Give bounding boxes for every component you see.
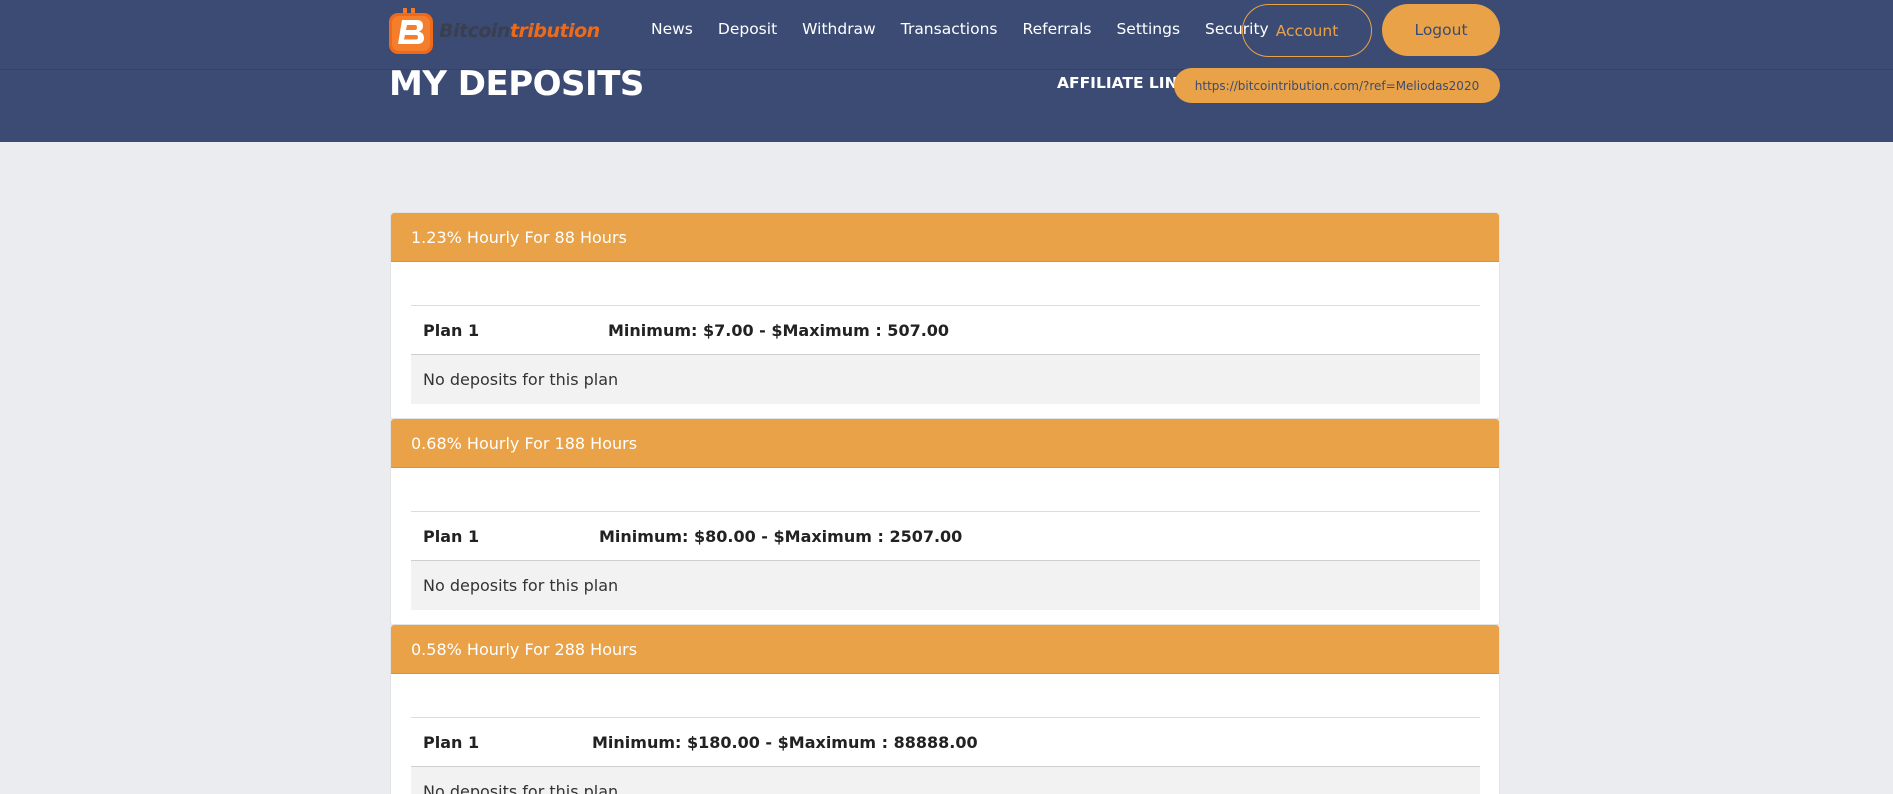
nav-item-settings[interactable]: Settings xyxy=(1116,20,1180,38)
plan-name: Plan 1 xyxy=(423,732,480,752)
plan-panel-title: 0.68% Hourly For 188 Hours xyxy=(391,419,1499,468)
plan-row: Plan 1 Minimum: $80.00 - $Maximum : 2507… xyxy=(411,511,1480,561)
header-divider xyxy=(0,69,1893,70)
affiliate-link[interactable]: https://bitcointribution.com/?ref=Meliod… xyxy=(1174,68,1500,103)
plan-panel: 0.58% Hourly For 288 Hours Plan 1 Minimu… xyxy=(390,624,1500,794)
nav-item-deposit[interactable]: Deposit xyxy=(718,20,777,38)
logo-wordmark: Bitcointribution xyxy=(439,20,600,42)
plan-panel-title: 1.23% Hourly For 88 Hours xyxy=(391,213,1499,262)
no-deposits-message: No deposits for this plan xyxy=(411,561,1480,610)
plan-range: Minimum: $180.00 - $Maximum : 88888.00 xyxy=(592,732,978,752)
nav-item-transactions[interactable]: Transactions xyxy=(901,20,998,38)
no-deposits-message: No deposits for this plan xyxy=(411,355,1480,404)
nav-item-withdraw[interactable]: Withdraw xyxy=(802,20,876,38)
plan-panel-title: 0.58% Hourly For 288 Hours xyxy=(391,625,1499,674)
site-header: Bitcointribution News Deposit Withdraw T… xyxy=(0,0,1893,142)
logo-text-part1: Bitcoin xyxy=(439,20,510,42)
site-logo[interactable]: Bitcointribution xyxy=(389,8,600,54)
logo-text-part2: tribution xyxy=(509,20,600,42)
plan-name: Plan 1 xyxy=(423,526,480,546)
no-deposits-message: No deposits for this plan xyxy=(411,767,1480,794)
plan-panel: 0.68% Hourly For 188 Hours Plan 1 Minimu… xyxy=(390,418,1500,625)
logout-button[interactable]: Logout xyxy=(1382,4,1500,56)
bitcointribution-logo-icon xyxy=(389,8,433,54)
main-nav: News Deposit Withdraw Transactions Refer… xyxy=(651,0,1294,58)
plan-panel: 1.23% Hourly For 88 Hours Plan 1 Minimum… xyxy=(390,212,1500,419)
page-title: MY DEPOSITS xyxy=(389,64,644,104)
plan-range: Minimum: $7.00 - $Maximum : 507.00 xyxy=(608,320,950,340)
nav-item-news[interactable]: News xyxy=(651,20,693,38)
plan-row: Plan 1 Minimum: $7.00 - $Maximum : 507.0… xyxy=(411,305,1480,355)
nav-item-referrals[interactable]: Referrals xyxy=(1023,20,1092,38)
plan-range: Minimum: $80.00 - $Maximum : 2507.00 xyxy=(599,526,963,546)
plan-row: Plan 1 Minimum: $180.00 - $Maximum : 888… xyxy=(411,717,1480,767)
account-button[interactable]: Account xyxy=(1242,4,1372,57)
plan-name: Plan 1 xyxy=(423,320,480,340)
